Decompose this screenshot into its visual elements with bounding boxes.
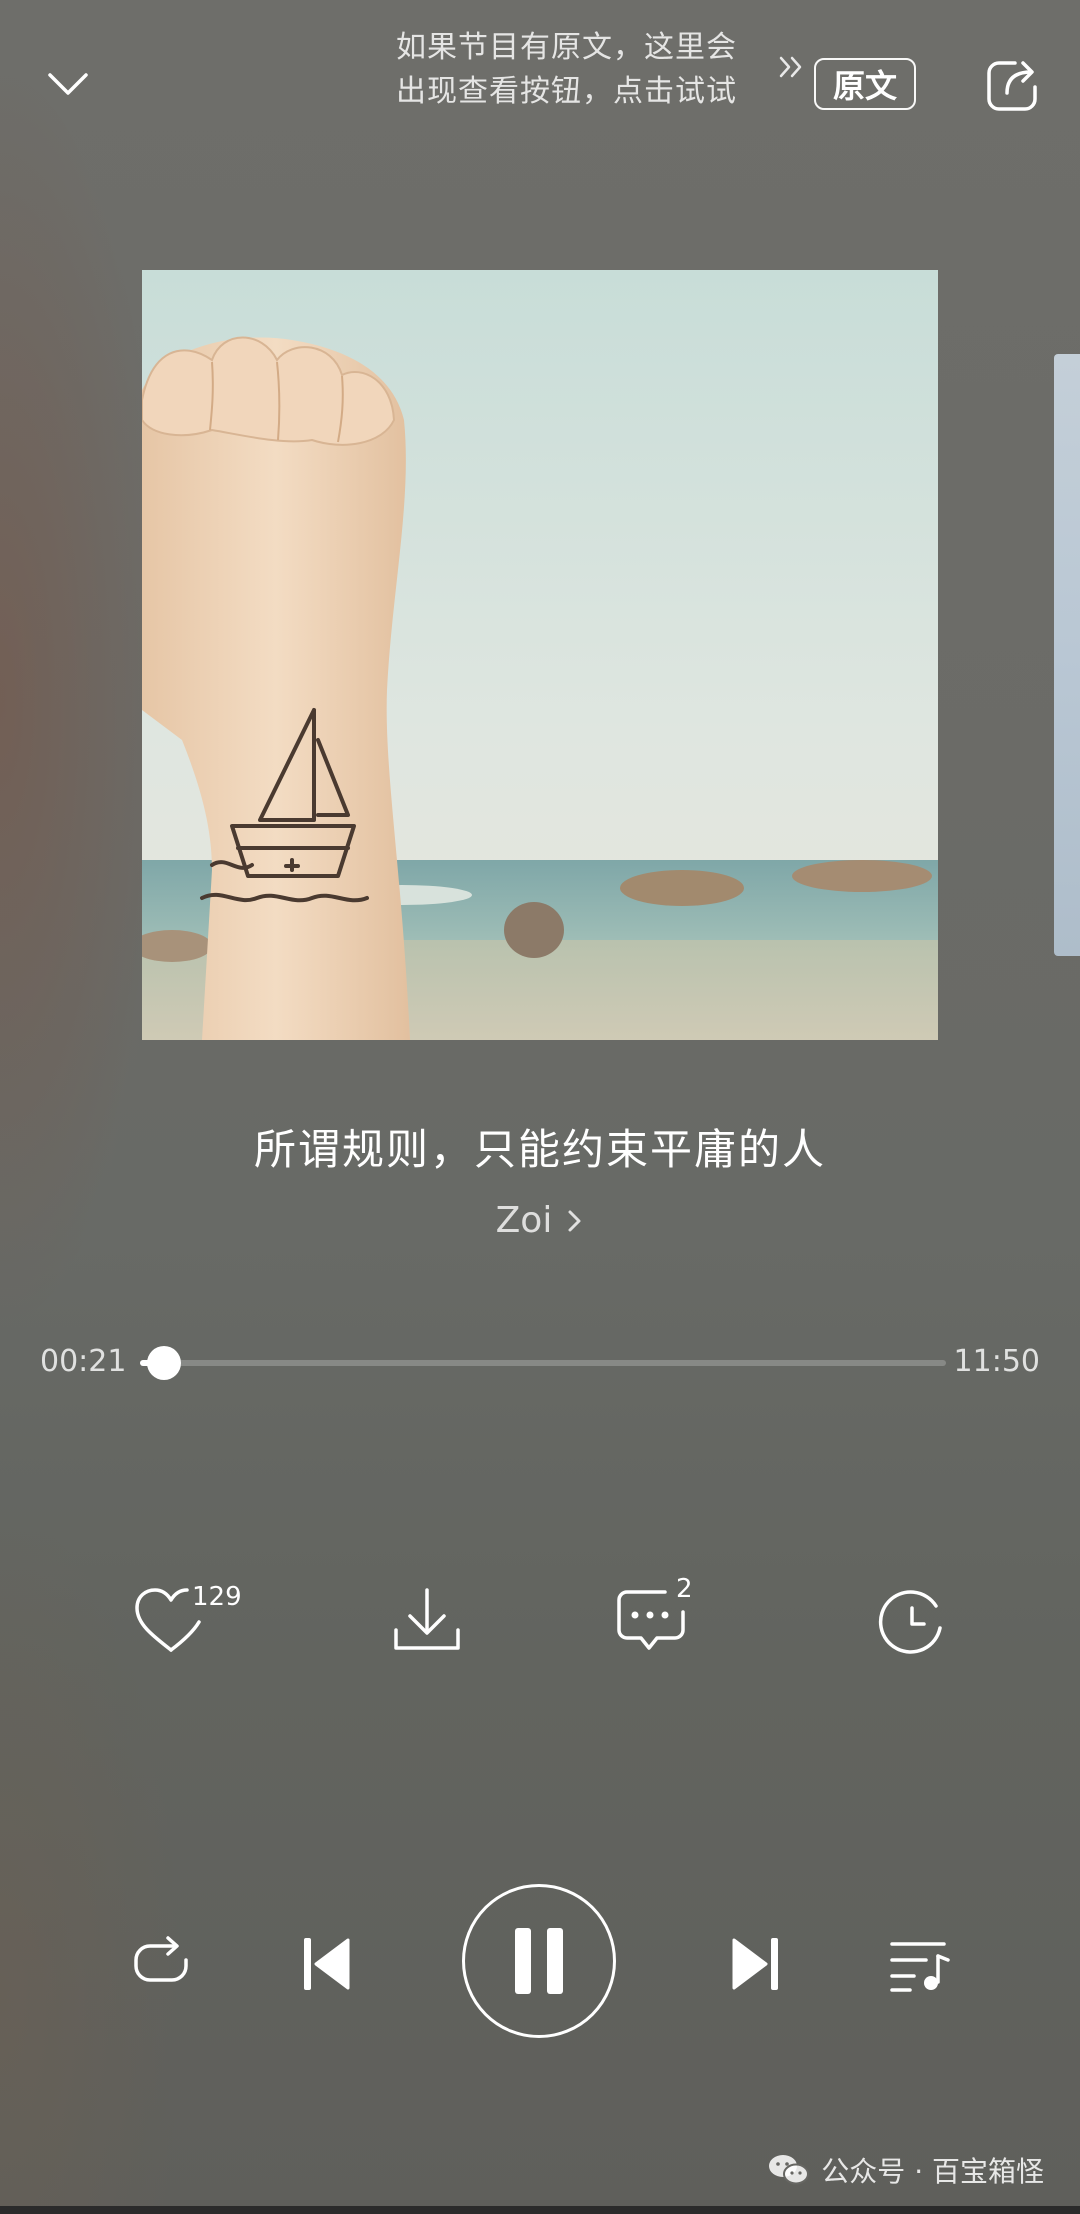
download-icon (394, 1588, 460, 1650)
pause-button[interactable] (462, 1884, 616, 2038)
original-text-hint: 如果节目有原文，这里会 出现查看按钮，点击试试 (396, 26, 756, 114)
comment-count: 2 (676, 1574, 693, 1604)
sleep-timer-button[interactable] (868, 1576, 958, 1666)
share-icon (987, 61, 1037, 111)
progress-bar[interactable] (140, 1346, 946, 1380)
artist-name: Zoi (495, 1200, 553, 1241)
previous-button[interactable] (296, 1930, 356, 1998)
next-icon (732, 1938, 778, 1990)
playlist-icon (890, 1942, 950, 1992)
hint-line-2: 出现查看按钮，点击试试 (396, 74, 737, 109)
timer-icon (878, 1590, 942, 1654)
total-time: 11:50 (953, 1344, 1040, 1379)
original-text-button[interactable]: 原文 (814, 58, 916, 110)
download-button[interactable] (382, 1576, 472, 1666)
collapse-button[interactable] (40, 56, 96, 112)
watermark: 公众号 · 百宝箱怪 (767, 2150, 1044, 2190)
pause-icon (515, 1928, 563, 1994)
previous-icon (304, 1938, 350, 1990)
progress-knob[interactable] (147, 1346, 182, 1380)
track-title: 所谓规则，只能约束平庸的人 (253, 1125, 826, 1174)
playlist-button[interactable] (884, 1930, 954, 2000)
next-button[interactable] (726, 1930, 786, 1998)
repeat-icon (134, 1936, 188, 1982)
comment-button[interactable]: 2 (606, 1574, 696, 1666)
chevron-right-icon (568, 1210, 581, 1231)
next-cover-peek[interactable] (1054, 354, 1080, 956)
repeat-button[interactable] (126, 1930, 196, 2000)
double-chevron-right-icon (776, 52, 808, 82)
wechat-icon (769, 2155, 810, 2185)
bottom-edge (0, 2206, 1080, 2214)
share-button[interactable] (984, 56, 1042, 114)
like-count: 129 (192, 1582, 242, 1612)
artist-link[interactable]: Zoi (0, 1200, 1080, 1241)
player-screen: 如果节目有原文，这里会 出现查看按钮，点击试试 原文 所谓规则，只能约束平庸的人… (0, 0, 1080, 2214)
album-cover (142, 270, 938, 1040)
elapsed-time: 00:21 (40, 1344, 127, 1379)
watermark-text: 公众号 · 百宝箱怪 (821, 2155, 1044, 2188)
like-button[interactable]: 129 (126, 1576, 242, 1666)
chevron-down-icon (48, 73, 88, 95)
hint-line-1: 如果节目有原文，这里会 (396, 30, 737, 65)
